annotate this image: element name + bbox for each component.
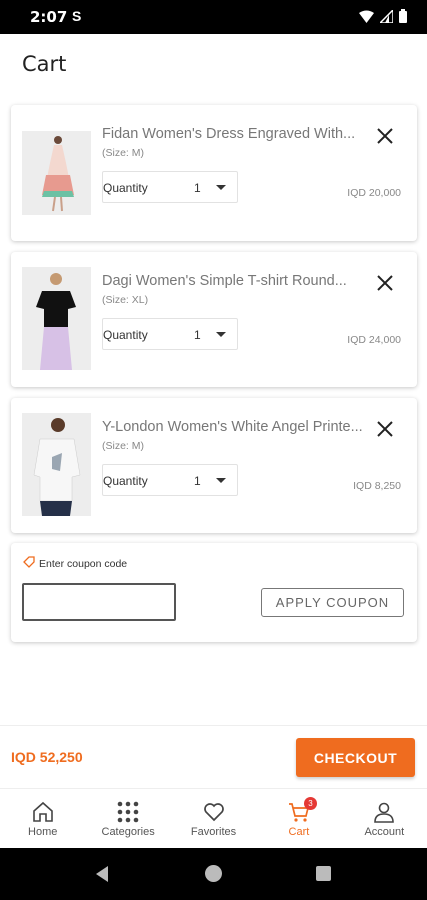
cart-item: Y-London Women's White Angel Printe... (… bbox=[11, 398, 417, 533]
product-name[interactable]: Dagi Women's Simple T-shirt Round... bbox=[102, 273, 364, 289]
coupon-section: Enter coupon code APPLY COUPON bbox=[11, 543, 417, 642]
status-bar: 2:07 S bbox=[0, 0, 427, 34]
product-size: (Size: M) bbox=[102, 147, 144, 159]
system-nav-bar bbox=[0, 848, 427, 900]
page-title: Cart bbox=[22, 52, 67, 76]
product-image[interactable] bbox=[22, 267, 91, 370]
cart-item: Fidan Women's Dress Engraved With... (Si… bbox=[11, 105, 417, 241]
nav-label: Home bbox=[28, 826, 58, 838]
product-name[interactable]: Y-London Women's White Angel Printe... bbox=[102, 419, 364, 435]
quantity-select[interactable]: Quantity 1 bbox=[102, 464, 238, 496]
back-icon[interactable] bbox=[96, 866, 108, 882]
nav-label: Favorites bbox=[190, 826, 237, 838]
quantity-select[interactable]: Quantity 1 bbox=[102, 318, 238, 350]
notification-icon: S bbox=[72, 8, 82, 24]
coupon-input[interactable] bbox=[22, 583, 176, 621]
status-icons bbox=[359, 9, 407, 23]
grid-icon bbox=[117, 801, 139, 823]
cart-item: Dagi Women's Simple T-shirt Round... (Si… bbox=[11, 252, 417, 387]
signal-icon bbox=[380, 9, 393, 23]
product-name[interactable]: Fidan Women's Dress Engraved With... bbox=[102, 126, 364, 142]
heart-icon bbox=[203, 803, 224, 822]
nav-item-categories[interactable]: Categories bbox=[85, 789, 170, 848]
close-icon[interactable] bbox=[375, 419, 395, 439]
cart-total: IQD 52,250 bbox=[11, 749, 83, 765]
nav-item-favorites[interactable]: Favorites bbox=[171, 789, 256, 848]
tag-icon bbox=[23, 556, 35, 568]
product-size: (Size: XL) bbox=[102, 294, 149, 306]
coupon-label: Enter coupon code bbox=[39, 558, 128, 570]
bottom-nav: Home Categories Favorites 3 Cart Account bbox=[0, 788, 427, 848]
dropdown-arrow-icon bbox=[216, 478, 226, 483]
dropdown-arrow-icon bbox=[216, 332, 226, 337]
nav-label: Categories bbox=[101, 826, 155, 838]
nav-item-home[interactable]: Home bbox=[0, 789, 85, 848]
home-button-icon[interactable] bbox=[205, 865, 222, 882]
wifi-icon bbox=[359, 10, 374, 23]
product-price: IQD 8,250 bbox=[353, 480, 401, 492]
quantity-value: 1 bbox=[194, 328, 201, 342]
checkout-button[interactable]: CHECKOUT bbox=[296, 738, 415, 777]
quantity-label: Quantity bbox=[103, 474, 148, 488]
product-price: IQD 20,000 bbox=[347, 187, 401, 199]
product-image[interactable] bbox=[22, 413, 91, 516]
checkout-bar: IQD 52,250 CHECKOUT bbox=[0, 725, 427, 788]
nav-label: Cart bbox=[288, 826, 310, 838]
quantity-label: Quantity bbox=[103, 181, 148, 195]
home-icon bbox=[32, 801, 53, 822]
battery-icon bbox=[399, 9, 407, 23]
nav-item-account[interactable]: Account bbox=[342, 789, 427, 848]
product-image[interactable] bbox=[22, 131, 91, 215]
dropdown-arrow-icon bbox=[216, 185, 226, 190]
product-price: IQD 24,000 bbox=[347, 334, 401, 346]
product-size: (Size: M) bbox=[102, 440, 144, 452]
cart-count-badge: 3 bbox=[303, 797, 317, 810]
status-time: 2:07 bbox=[30, 8, 68, 26]
close-icon[interactable] bbox=[375, 273, 395, 293]
nav-label: Account bbox=[364, 826, 405, 838]
close-icon[interactable] bbox=[375, 126, 395, 146]
apply-coupon-button[interactable]: APPLY COUPON bbox=[261, 588, 404, 617]
quantity-label: Quantity bbox=[103, 328, 148, 342]
quantity-select[interactable]: Quantity 1 bbox=[102, 171, 238, 203]
user-icon bbox=[374, 802, 395, 823]
quantity-value: 1 bbox=[194, 181, 201, 195]
nav-item-cart[interactable]: 3 Cart bbox=[256, 789, 341, 848]
quantity-value: 1 bbox=[194, 474, 201, 488]
recents-icon[interactable] bbox=[316, 866, 331, 881]
